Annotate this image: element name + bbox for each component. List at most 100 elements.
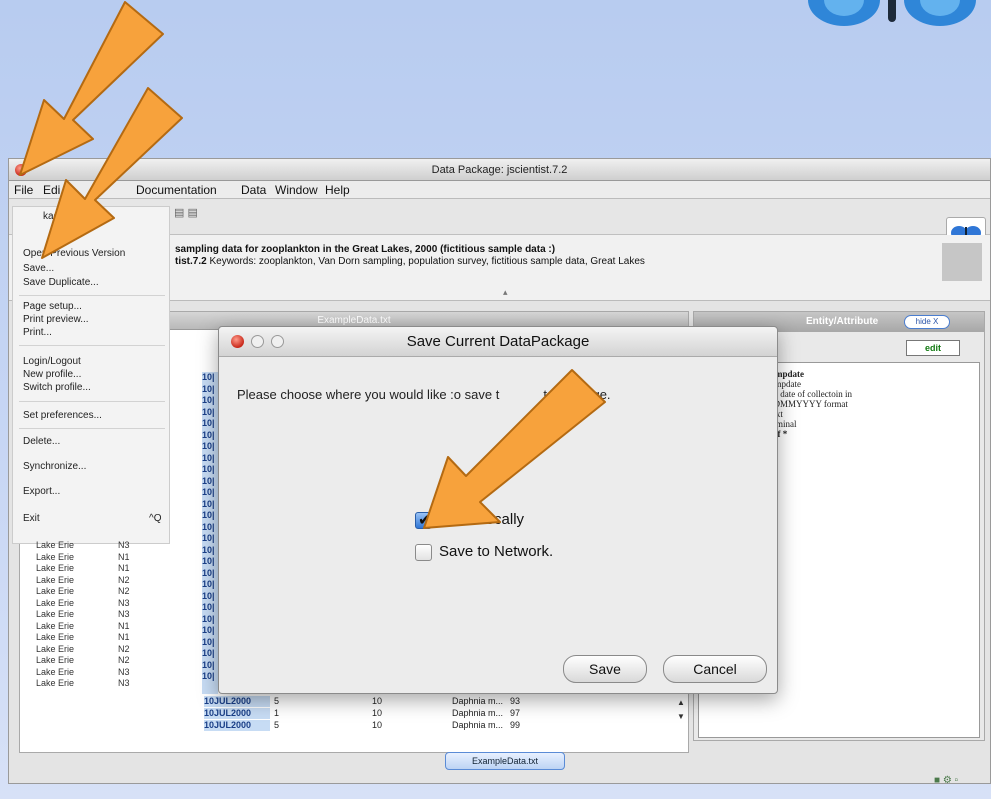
date-stub: 10| [202, 429, 215, 440]
menu-item-new-package[interactable]: kage... [43, 211, 73, 222]
lake-name: Lake Erie [36, 632, 75, 642]
list-item: Lake Erie N2 [22, 586, 202, 598]
date-stub: 10| [202, 487, 215, 497]
count-cell: 93 [510, 696, 521, 706]
menu-data[interactable]: Data [241, 181, 266, 199]
menu-item-set-preferences[interactable]: Set preferences... [23, 410, 102, 421]
dialog-message-tail: ta package. [543, 387, 611, 402]
close-window-icon[interactable] [15, 164, 27, 176]
date-stub: 10| [202, 498, 215, 509]
menu-separator [19, 345, 165, 346]
print-icon[interactable]: ▤ ▤ [174, 206, 198, 219]
lake-name: Lake Erie [36, 563, 75, 573]
site-code: N2 [118, 574, 130, 585]
scroll-up-icon[interactable]: ▲ [676, 698, 686, 710]
lake-name: Lake Erie [36, 609, 75, 619]
lake-name: Lake Erie [36, 678, 75, 688]
arrow-icon [19, 1, 164, 176]
lake-name: Lake Erie [36, 620, 75, 631]
menu-edit[interactable]: Edi [43, 181, 60, 199]
menu-item-save-duplicate[interactable]: Save Duplicate... [23, 277, 99, 288]
cancel-button[interactable]: Cancel [663, 655, 767, 683]
lake-name: Lake Erie [36, 574, 75, 585]
edit-button[interactable]: edit [906, 340, 960, 356]
scroll-down-icon[interactable]: ▼ [676, 712, 686, 724]
save-button[interactable]: Save [563, 655, 647, 683]
list-item: Lake Erie N3 [22, 609, 202, 621]
menu-window[interactable]: Window [275, 181, 318, 199]
menu-item-delete[interactable]: Delete... [23, 436, 60, 447]
save-locally-label[interactable]: Save Locally [439, 511, 524, 528]
date-stub: 10| [202, 406, 215, 417]
lake-name: Lake Erie [36, 586, 75, 596]
date-stub: 10| [202, 521, 215, 532]
date-stub: 10| [202, 579, 215, 589]
menu-item-save[interactable]: Save... [23, 263, 54, 274]
menu-item-open-previous-version[interactable]: Open Previous Version [23, 248, 125, 259]
panel-title: Entity/Attribute [806, 316, 879, 327]
site-code: N1 [118, 620, 130, 631]
menu-help[interactable]: Help [325, 181, 350, 199]
menu-item-new-profile[interactable]: New profile... [23, 369, 81, 380]
dialog-titlebar: Save Current DataPackage [219, 327, 777, 357]
count-cell: 99 [510, 720, 521, 730]
date-stub: 10| [202, 510, 215, 520]
zoom-dialog-icon[interactable] [271, 335, 284, 348]
date-stub: 10| [202, 533, 215, 543]
lake-name: Lake Erie [36, 551, 75, 562]
menu-item-page-setup[interactable]: Page setup... [23, 301, 82, 312]
date-stub: 10| [202, 636, 215, 647]
list-item: Lake Erie N3 [22, 678, 202, 690]
menu-separator [19, 428, 165, 429]
taxon-cell: Daphnia m... [452, 708, 504, 718]
date-stub: 10| [202, 648, 215, 658]
info-thumbnail [942, 243, 982, 281]
date-stub: 10| [202, 452, 215, 463]
menu-documentation[interactable]: Documentation [136, 181, 217, 199]
close-dialog-icon[interactable] [231, 335, 244, 348]
menu-item-exit[interactable]: Exit [23, 513, 40, 524]
file-menu-dropdown: kage... Open Previous Version Save... Sa… [12, 206, 170, 544]
menu-item-login-logout[interactable]: Login/Logout [23, 356, 81, 367]
menu-item-print-preview[interactable]: Print preview... [23, 314, 89, 325]
table-row[interactable]: 10JUL2000 1 10 Daphnia m... 97 [20, 708, 688, 720]
package-title: sampling data for zooplankton in the Gre… [175, 244, 556, 255]
hide-panel-button[interactable]: hide X [904, 315, 950, 329]
date-stub: 10| [202, 556, 215, 566]
date-stub: 10| [202, 613, 215, 624]
site-code: N1 [118, 563, 130, 573]
date-stub: 10| [202, 464, 215, 474]
depth-cell: 10 [372, 720, 383, 730]
site-code: N3 [118, 609, 130, 619]
save-network-label[interactable]: Save to Network. [439, 543, 553, 560]
butterfly-logo-icon [808, 0, 976, 26]
save-locally-checkbox[interactable] [415, 510, 432, 530]
package-keywords-text: Keywords: zooplankton, Van Dorn sampling… [206, 256, 645, 267]
minimize-dialog-icon[interactable] [251, 335, 264, 348]
depth-cell: 10 [372, 696, 383, 706]
attr-value: DDMMYYYY format [767, 399, 848, 409]
date-stub: 10| [202, 590, 215, 601]
list-item: Lake Erie N2 [22, 655, 202, 667]
menu-item-synchronize[interactable]: Synchronize... [23, 461, 86, 472]
table-row[interactable]: 10JUL2000 5 10 Daphnia m... 99 [20, 720, 688, 732]
save-network-checkbox[interactable] [415, 544, 432, 561]
date-stub: 10| [202, 418, 215, 428]
info-expand-icon[interactable]: ▴ [503, 287, 508, 298]
menu-separator [19, 295, 165, 296]
menu-item-print[interactable]: Print... [23, 327, 52, 338]
table-row[interactable]: 10JUL2000 5 10 Daphnia m... 93 [20, 696, 688, 708]
menubar: File Edi Documentation Data Window Help [9, 181, 990, 199]
lake-name: Lake Erie [36, 540, 75, 550]
list-item: Lake Erie N2 [22, 575, 202, 587]
site-code: N3 [118, 597, 130, 608]
site-code: N2 [118, 655, 130, 665]
menu-file[interactable]: File [14, 181, 33, 199]
dialog-title: Save Current DataPackage [406, 333, 590, 350]
menu-item-export[interactable]: Export... [23, 486, 60, 497]
date-cell: 10JUL2000 [204, 696, 270, 707]
site-code: N1 [118, 551, 130, 562]
menu-item-switch-profile[interactable]: Switch profile... [23, 382, 91, 393]
tab-exampledata[interactable]: ExampleData.txt [445, 752, 565, 770]
exit-shortcut: ^Q [149, 513, 162, 524]
